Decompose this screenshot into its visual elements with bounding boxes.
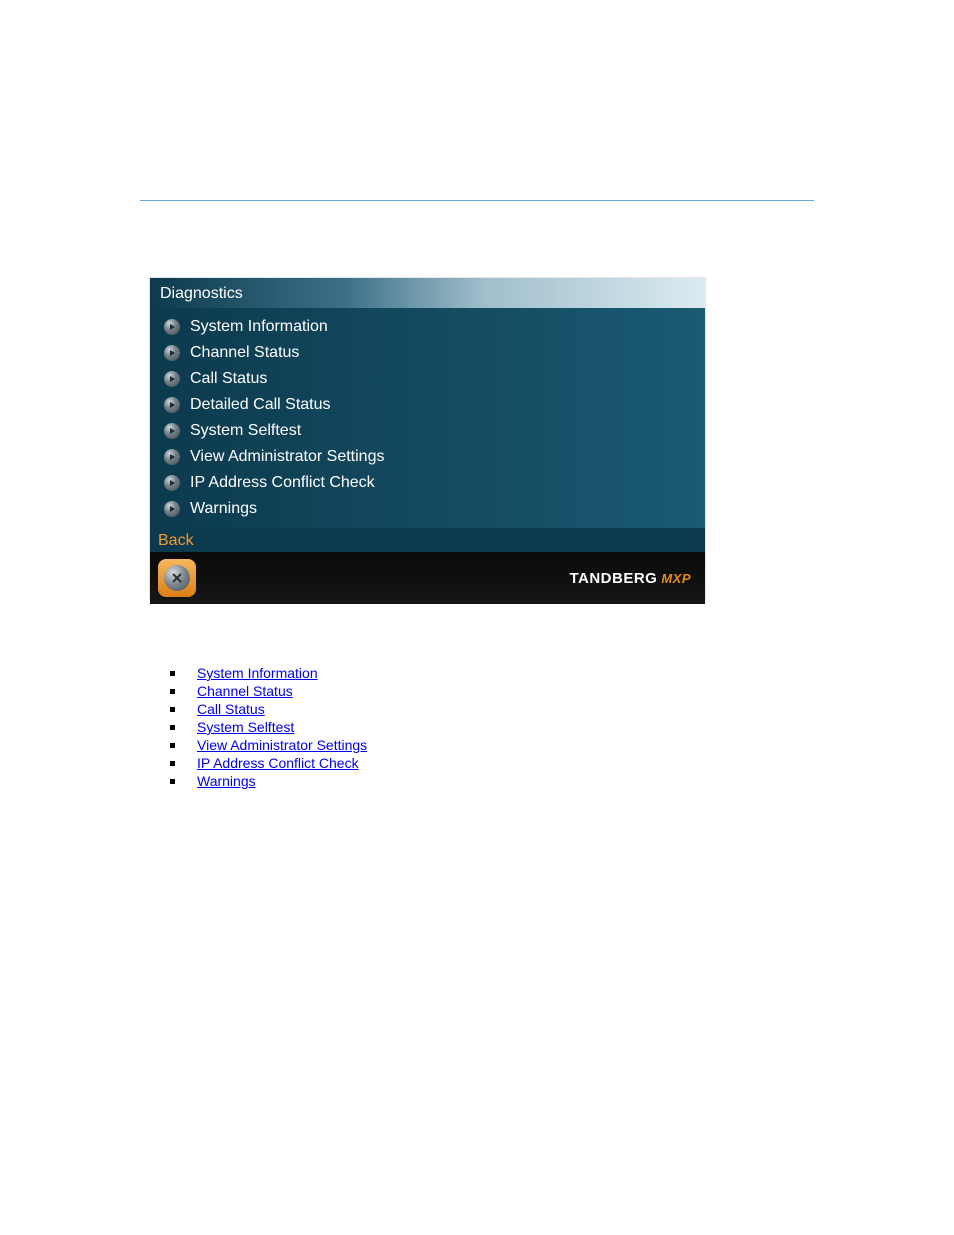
link-system-selftest[interactable]: System Selftest (197, 718, 294, 736)
menu-item-label: View Administrator Settings (190, 444, 384, 470)
menu-item-channel-status[interactable]: Channel Status (162, 340, 699, 366)
square-bullet-icon (170, 689, 175, 694)
menu-item-system-information[interactable]: System Information (162, 314, 699, 340)
square-bullet-icon (170, 779, 175, 784)
play-bullet-icon (164, 449, 180, 465)
link-call-status[interactable]: Call Status (197, 700, 265, 718)
menu-item-label: Call Status (190, 366, 267, 392)
menu-item-label: Detailed Call Status (190, 392, 331, 418)
play-bullet-icon (164, 501, 180, 517)
play-bullet-icon (164, 319, 180, 335)
panel-title-bar: Diagnostics (150, 278, 705, 308)
list-item: System Selftest (170, 718, 367, 736)
link-view-admin-settings[interactable]: View Administrator Settings (197, 736, 367, 754)
brand-sub: MXP (661, 571, 691, 586)
brand-logo: TANDBERG MXP (569, 570, 691, 587)
list-item: Channel Status (170, 682, 367, 700)
play-bullet-icon (164, 345, 180, 361)
menu-item-label: Warnings (190, 496, 257, 522)
close-icon (164, 565, 190, 591)
square-bullet-icon (170, 743, 175, 748)
bottom-bar: TANDBERG MXP (150, 552, 705, 604)
list-item: IP Address Conflict Check (170, 754, 367, 772)
menu-item-label: System Information (190, 314, 328, 340)
link-ip-conflict-check[interactable]: IP Address Conflict Check (197, 754, 359, 772)
horizontal-rule (140, 200, 814, 201)
square-bullet-icon (170, 761, 175, 766)
menu-item-label: System Selftest (190, 418, 301, 444)
back-button[interactable] (158, 559, 196, 597)
panel-body: System Information Channel Status Call S… (150, 308, 705, 528)
menu-item-ip-conflict-check[interactable]: IP Address Conflict Check (162, 470, 699, 496)
square-bullet-icon (170, 671, 175, 676)
menu-item-detailed-call-status[interactable]: Detailed Call Status (162, 392, 699, 418)
menu-item-warnings[interactable]: Warnings (162, 496, 699, 522)
square-bullet-icon (170, 725, 175, 730)
diagnostics-panel: Diagnostics System Information Channel S… (150, 278, 705, 600)
play-bullet-icon (164, 397, 180, 413)
menu-item-call-status[interactable]: Call Status (162, 366, 699, 392)
menu-item-system-selftest[interactable]: System Selftest (162, 418, 699, 444)
links-list: System Information Channel Status Call S… (170, 664, 367, 790)
list-item: Warnings (170, 772, 367, 790)
play-bullet-icon (164, 475, 180, 491)
list-item: View Administrator Settings (170, 736, 367, 754)
play-bullet-icon (164, 371, 180, 387)
link-warnings[interactable]: Warnings (197, 772, 256, 790)
panel-title: Diagnostics (160, 285, 243, 303)
list-item: System Information (170, 664, 367, 682)
list-item: Call Status (170, 700, 367, 718)
square-bullet-icon (170, 707, 175, 712)
link-system-information[interactable]: System Information (197, 664, 318, 682)
document-page: Diagnostics System Information Channel S… (0, 0, 954, 1235)
menu-item-label: Channel Status (190, 340, 299, 366)
brand-main: TANDBERG (569, 570, 657, 587)
link-channel-status[interactable]: Channel Status (197, 682, 293, 700)
back-label: Back (150, 528, 705, 552)
menu-item-view-admin-settings[interactable]: View Administrator Settings (162, 444, 699, 470)
play-bullet-icon (164, 423, 180, 439)
menu-item-label: IP Address Conflict Check (190, 470, 375, 496)
